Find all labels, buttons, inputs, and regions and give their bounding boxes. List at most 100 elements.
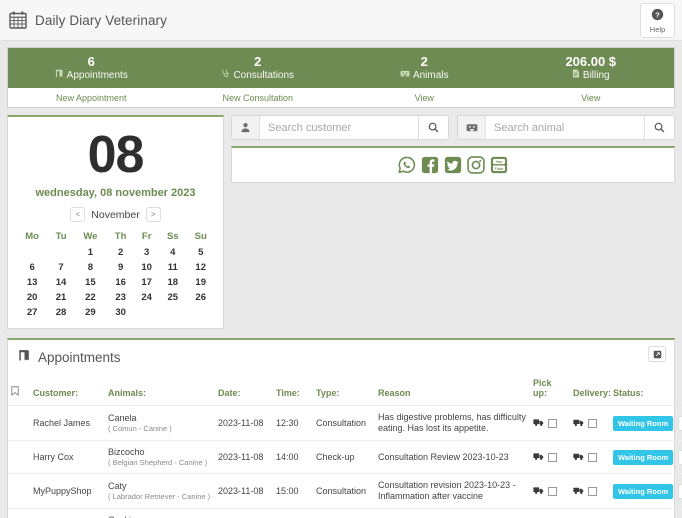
stat-value: 206.00 $ bbox=[565, 53, 617, 69]
calendar-day-26[interactable]: 26 bbox=[186, 290, 215, 305]
export-button[interactable] bbox=[648, 346, 666, 362]
facebook-icon[interactable] bbox=[421, 156, 439, 174]
calendar-day-29[interactable]: 29 bbox=[74, 305, 107, 320]
pickup-checkbox[interactable] bbox=[548, 418, 557, 428]
delivery-checkbox[interactable] bbox=[588, 418, 597, 428]
search-customer-input[interactable] bbox=[260, 116, 418, 139]
delivery-truck-icon bbox=[573, 418, 584, 429]
appointments-table: Customer: Animals: Date: Time: Type: Rea… bbox=[8, 372, 682, 518]
calendar-day-11[interactable]: 11 bbox=[159, 260, 186, 275]
calendar-day-21[interactable]: 21 bbox=[48, 290, 74, 305]
stat-label: Appointments bbox=[66, 69, 128, 81]
edit-button[interactable] bbox=[678, 415, 682, 431]
cell-time: 15:00 bbox=[273, 473, 313, 509]
calendar-icon bbox=[8, 10, 28, 30]
animal-search-group bbox=[457, 115, 675, 140]
calendar-day-6[interactable]: 6 bbox=[16, 260, 48, 275]
calendar-week-row: 13 14 15 16 17 18 19 bbox=[16, 275, 215, 290]
calendar-day-7[interactable]: 7 bbox=[48, 260, 74, 275]
new-consultation-button[interactable]: New Consultation bbox=[175, 88, 342, 107]
table-row[interactable]: MyPuppyShop Caty( Labrador Retriever - Ca… bbox=[8, 473, 682, 509]
calendar-day-12[interactable]: 12 bbox=[186, 260, 215, 275]
calendar-day-15[interactable]: 15 bbox=[74, 275, 107, 290]
cell-date: 2023-11-08 bbox=[215, 440, 273, 474]
new-appointment-button[interactable]: New Appointment bbox=[8, 88, 175, 107]
row-status-dot bbox=[8, 508, 30, 518]
calendar-day-18[interactable]: 18 bbox=[159, 275, 186, 290]
calendar-day-10[interactable]: 10 bbox=[134, 260, 159, 275]
delivery-checkbox[interactable] bbox=[588, 452, 597, 462]
pickup-checkbox[interactable] bbox=[548, 486, 557, 496]
stat-label-wrap: Consultations bbox=[221, 69, 294, 82]
stat-label: Animals bbox=[412, 69, 449, 81]
cell-date: 2023-11-08 bbox=[215, 508, 273, 518]
calendar-day-5[interactable]: 5 bbox=[186, 245, 215, 260]
cell-pickup bbox=[530, 473, 570, 509]
prev-month-button[interactable]: < bbox=[70, 207, 86, 222]
cell-status: Waiting Room bbox=[610, 405, 674, 441]
table-row[interactable]: Frank ButlerCookie( Yorkshire Terrier - … bbox=[8, 508, 682, 518]
row-status-dot bbox=[8, 405, 30, 441]
animal-name: Bizcocho bbox=[108, 447, 145, 457]
instagram-icon[interactable] bbox=[467, 156, 485, 174]
stat-label-wrap: Animals bbox=[400, 69, 449, 82]
whatsapp-icon[interactable] bbox=[398, 156, 416, 174]
calendar-day-22[interactable]: 22 bbox=[74, 290, 107, 305]
calendar-day-24[interactable]: 24 bbox=[134, 290, 159, 305]
calendar-day-4[interactable]: 4 bbox=[159, 245, 186, 260]
calendar-day-3[interactable]: 3 bbox=[134, 245, 159, 260]
pet-icon bbox=[458, 116, 486, 139]
edit-button[interactable] bbox=[678, 449, 682, 465]
twitter-icon[interactable] bbox=[444, 156, 462, 174]
weekday-ss: Ss bbox=[166, 231, 179, 242]
status-badge: Waiting Room bbox=[613, 449, 674, 465]
calendar-day-27[interactable]: 27 bbox=[16, 305, 48, 320]
stat-appointments: 6 Appointments bbox=[8, 48, 175, 88]
table-row[interactable]: Harry Cox Bizcocho( Belgian Shepherd - Ca… bbox=[8, 440, 682, 474]
cell-time: 14:00 bbox=[273, 440, 313, 474]
view-animals-button[interactable]: View bbox=[341, 88, 508, 107]
appointments-panel: Appointments Customer: Animals: Date: Ti… bbox=[7, 338, 682, 518]
animal-search-button[interactable] bbox=[644, 116, 674, 139]
view-billing-button[interactable]: View bbox=[508, 88, 675, 107]
calendar-week-row: 20 21 22 23 24 25 26 bbox=[16, 290, 215, 305]
calendar-day-14[interactable]: 14 bbox=[48, 275, 74, 290]
calendar-day-empty bbox=[159, 305, 186, 320]
cell-customer: Frank Butler bbox=[30, 508, 105, 518]
cell-date: 2023-11-08 bbox=[215, 473, 273, 509]
calendar-day-28[interactable]: 28 bbox=[48, 305, 74, 320]
youtube-icon[interactable]: You Tube bbox=[490, 156, 508, 174]
search-animal-input[interactable] bbox=[486, 116, 644, 139]
row-status-dot bbox=[8, 473, 30, 509]
calendar-day-23[interactable]: 23 bbox=[107, 290, 134, 305]
edit-button[interactable] bbox=[678, 483, 682, 499]
calendar-day-19[interactable]: 19 bbox=[186, 275, 215, 290]
next-month-button[interactable]: > bbox=[145, 207, 161, 222]
invoice-icon bbox=[572, 68, 580, 82]
stats-row: 6 Appointments 2 Consultations 2 Animals… bbox=[8, 48, 674, 88]
cell-time: 16:30 bbox=[273, 508, 313, 518]
book-icon bbox=[55, 69, 64, 82]
calendar-day-1[interactable]: 1 bbox=[74, 245, 107, 260]
calendar-day-30[interactable]: 30 bbox=[107, 305, 134, 320]
calendar-day-17[interactable]: 17 bbox=[134, 275, 159, 290]
calendar-day-16[interactable]: 16 bbox=[107, 275, 134, 290]
customer-search-group bbox=[231, 115, 449, 140]
table-row[interactable]: Rachel James Canela( Comun - Canine ) 2023… bbox=[8, 405, 682, 441]
cell-actions bbox=[662, 508, 682, 518]
pickup-truck-icon bbox=[533, 486, 544, 497]
customer-search-button[interactable] bbox=[418, 116, 448, 139]
calendar-day-9[interactable]: 9 bbox=[107, 260, 134, 275]
animal-breed: ( Belgian Shepherd - Canine ) bbox=[108, 458, 208, 467]
svg-text:?: ? bbox=[655, 10, 660, 19]
cell-time: 12:30 bbox=[273, 405, 313, 441]
help-button[interactable]: ? Help bbox=[640, 3, 675, 38]
calendar-day-20[interactable]: 20 bbox=[16, 290, 48, 305]
calendar-day-8[interactable]: 8 bbox=[74, 260, 107, 275]
calendar-day-13[interactable]: 13 bbox=[16, 275, 48, 290]
pickup-checkbox[interactable] bbox=[548, 452, 557, 462]
delivery-checkbox[interactable] bbox=[588, 486, 597, 496]
calendar-day-25[interactable]: 25 bbox=[159, 290, 186, 305]
page-title: Daily Diary Veterinary bbox=[35, 12, 167, 28]
calendar-day-2[interactable]: 2 bbox=[107, 245, 134, 260]
